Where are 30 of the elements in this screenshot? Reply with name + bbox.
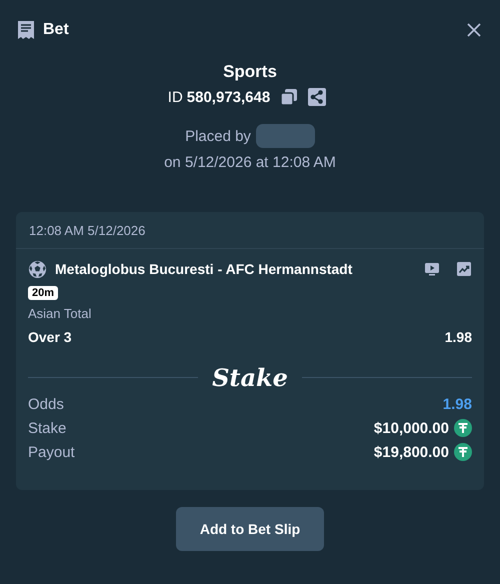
selection-name: Over 3 bbox=[28, 329, 72, 345]
tether-coin-icon bbox=[454, 443, 472, 461]
odds-value: 1.98 bbox=[442, 396, 472, 412]
bet-timestamp: 12:08 AM 5/12/2026 bbox=[16, 212, 484, 249]
stake-logo: Stake bbox=[212, 363, 288, 392]
tether-coin-icon bbox=[454, 419, 472, 437]
placed-by-label: Placed by bbox=[185, 128, 251, 144]
amount-value: $10,000.00 bbox=[374, 420, 449, 436]
id-label: ID bbox=[168, 88, 183, 106]
summary-label: Odds bbox=[28, 396, 64, 412]
amount-value: $19,800.00 bbox=[374, 444, 449, 460]
placed-date: on 5/12/2026 at 12:08 AM bbox=[164, 154, 336, 171]
summary-label: Stake bbox=[28, 420, 66, 436]
match-name[interactable]: Metaloglobus Bucuresti - AFC Hermannstadt bbox=[55, 261, 408, 277]
close-button[interactable] bbox=[466, 22, 482, 38]
selection-odds: 1.98 bbox=[444, 329, 472, 345]
copy-icon[interactable] bbox=[280, 88, 298, 106]
stats-chart-icon[interactable] bbox=[456, 261, 472, 277]
time-badge: 20m bbox=[28, 286, 58, 300]
share-icon[interactable] bbox=[308, 88, 326, 106]
panel-title: Bet bbox=[43, 21, 70, 39]
bet-type-title: Sports bbox=[223, 62, 277, 82]
hidden-username bbox=[256, 124, 315, 148]
add-to-bet-slip-button[interactable]: Add to Bet Slip bbox=[176, 507, 324, 551]
receipt-icon bbox=[17, 20, 35, 40]
soccer-ball-icon bbox=[28, 260, 47, 278]
summary-label: Payout bbox=[28, 444, 75, 460]
live-stream-icon[interactable] bbox=[424, 261, 440, 277]
market-name: Asian Total bbox=[28, 306, 92, 321]
bet-id: 580,973,648 bbox=[186, 88, 270, 106]
